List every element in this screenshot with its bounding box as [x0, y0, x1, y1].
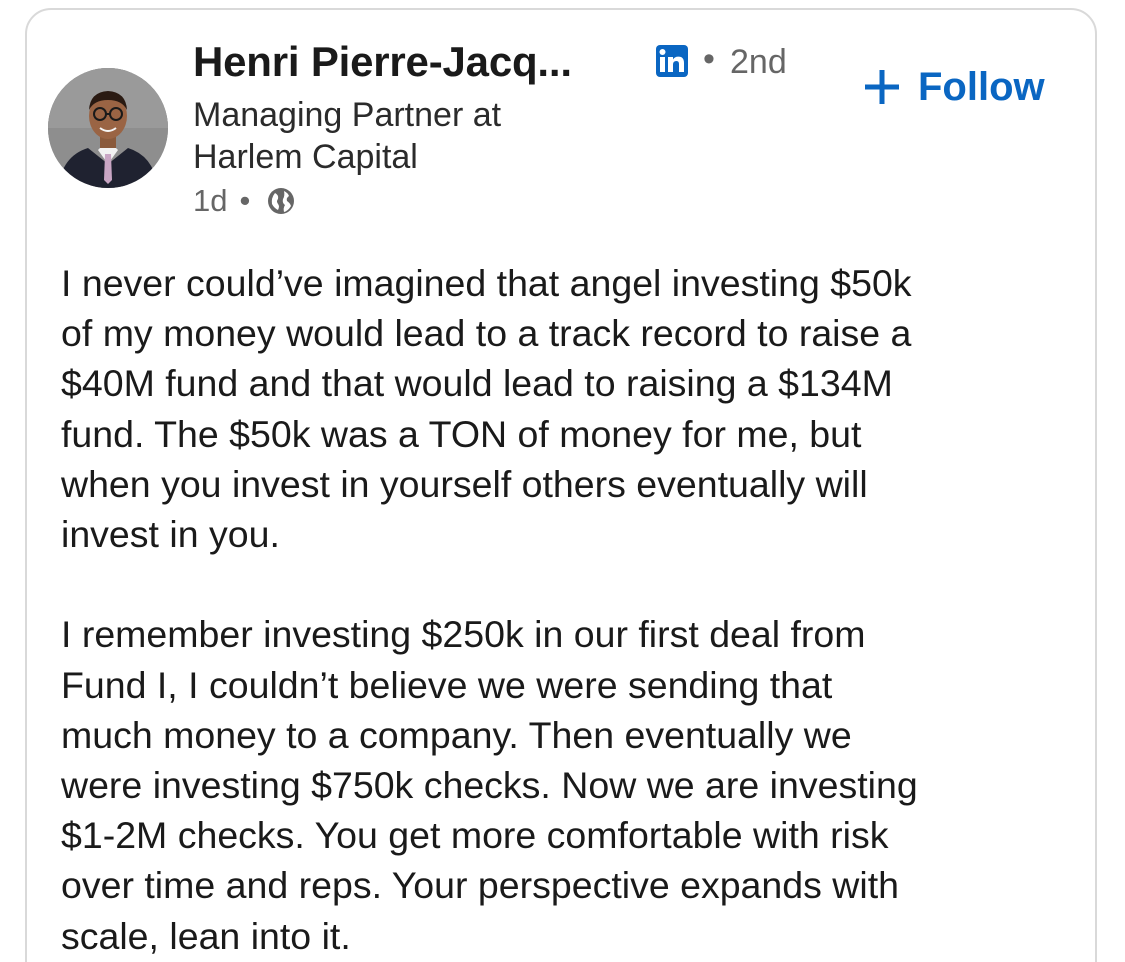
post-age: 1d [193, 183, 228, 218]
post-text-line: invest in you. [61, 513, 280, 556]
headline-line: Harlem Capital [193, 138, 418, 176]
post-text-line: fund. The $50k was a TON of money for me… [61, 412, 862, 455]
post-text-line: over time and reps. Your perspective exp… [61, 864, 899, 907]
post-text-line: much money to a company. Then eventually… [61, 713, 852, 756]
separator-dot: • [703, 40, 715, 78]
connection-degree: 2nd [730, 43, 787, 81]
linkedin-icon [656, 45, 688, 77]
author-avatar[interactable] [48, 68, 168, 188]
post-meta: 1d • [193, 183, 296, 219]
post-text-line: scale, lean into it. [61, 914, 351, 957]
post-text-line: when you invest in yourself others event… [61, 462, 868, 505]
post-text-line: were investing $750k checks. Now we are … [61, 764, 918, 807]
post-text: I never could’ve imagined that angel inv… [61, 258, 1071, 961]
post-text-line: I never could’ve imagined that angel inv… [61, 262, 912, 304]
post-text-line: $40M fund and that would lead to raising… [61, 362, 893, 405]
plus-icon [865, 70, 899, 104]
post-text-line: I remember investing $250k in our first … [61, 613, 866, 656]
follow-label: Follow [918, 64, 1045, 109]
post-text-line: of my money would lead to a track record… [61, 312, 912, 355]
separator-dot: • [239, 183, 251, 218]
avatar-photo [48, 68, 168, 188]
post-text-line: $1-2M checks. You get more comfortable w… [61, 814, 889, 857]
headline-line: Managing Partner at [193, 96, 502, 134]
globe-icon [268, 188, 295, 214]
follow-button[interactable]: Follow [862, 62, 1045, 112]
post-text-line: Fund I, I couldn’t believe we were sendi… [61, 663, 833, 706]
author-name[interactable]: Henri Pierre-Jacq... [193, 38, 572, 86]
author-headline: Managing Partner at Harlem Capital [193, 94, 501, 178]
